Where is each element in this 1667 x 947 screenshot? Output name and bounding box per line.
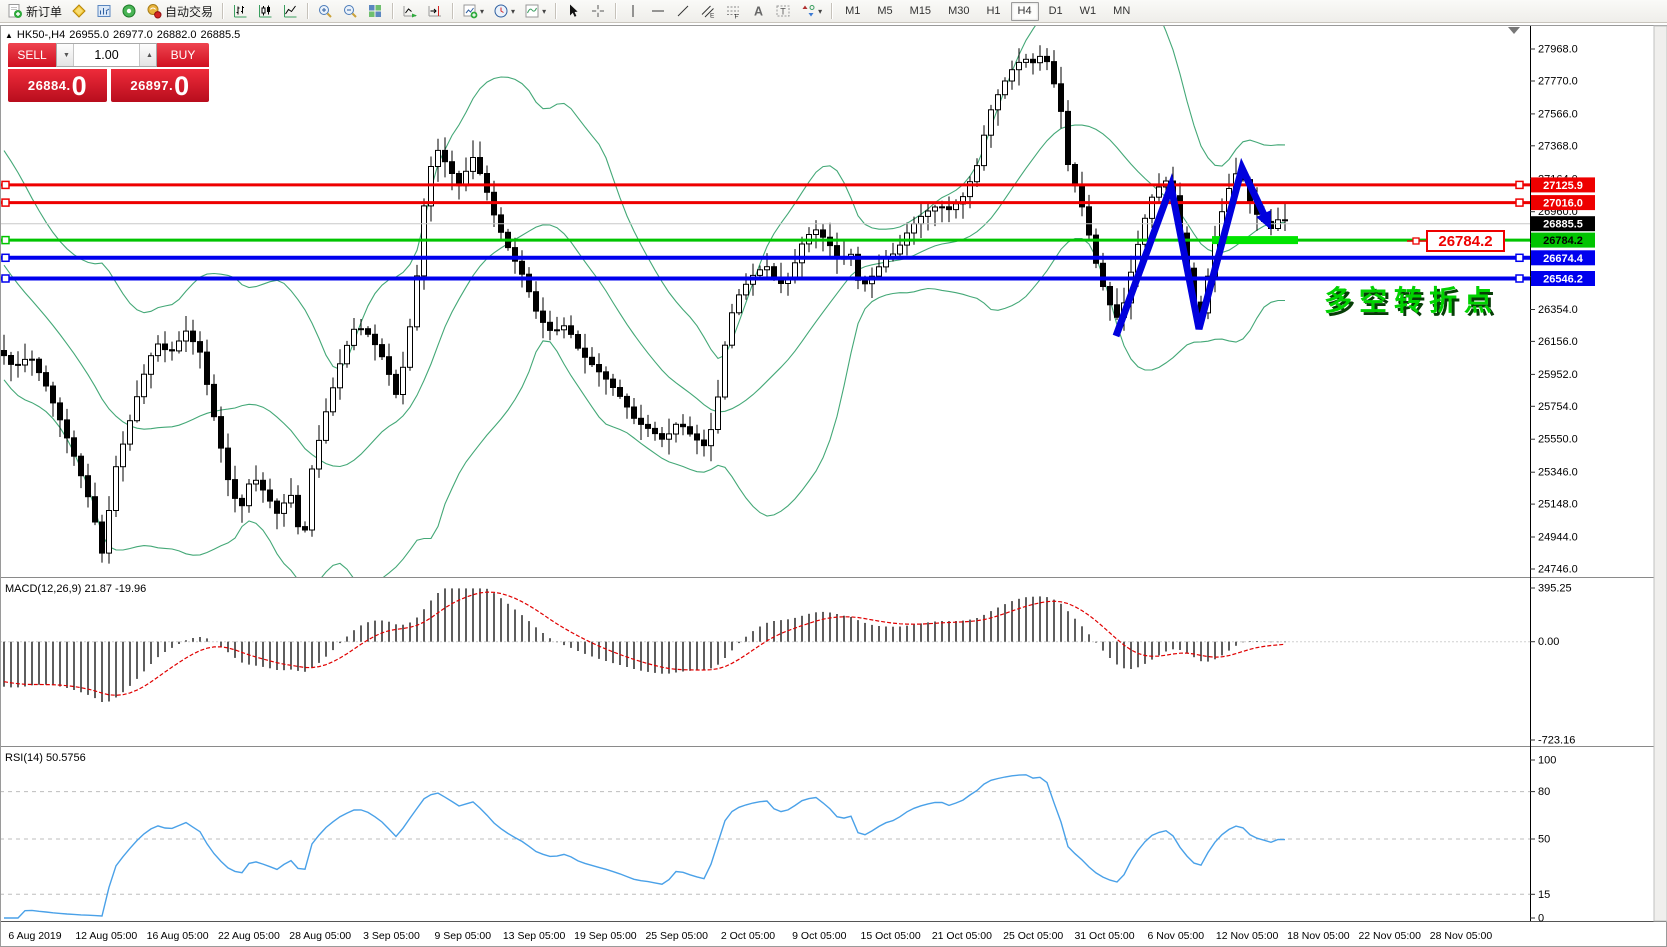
svg-text:25952.0: 25952.0 xyxy=(1538,369,1578,381)
sell-price[interactable]: 26884. 0 xyxy=(8,69,107,102)
svg-text:25 Oct 05:00: 25 Oct 05:00 xyxy=(1003,930,1063,942)
ohlc-close: 26885.5 xyxy=(200,29,241,41)
buy-price-big-digit: 0 xyxy=(174,70,190,101)
svg-text:15: 15 xyxy=(1538,889,1550,901)
svg-text:多空转折点: 多空转折点 xyxy=(1324,284,1499,316)
svg-text:28 Nov 05:00: 28 Nov 05:00 xyxy=(1430,930,1493,942)
svg-text:24746.0: 24746.0 xyxy=(1538,564,1578,576)
svg-text:26546.2: 26546.2 xyxy=(1543,274,1583,286)
collapse-icon[interactable]: ▲ xyxy=(5,31,13,40)
rsi-indicator-label: RSI(14) 50.5756 xyxy=(5,752,86,764)
ohlc-low: 26882.0 xyxy=(156,29,197,41)
svg-text:31 Oct 05:00: 31 Oct 05:00 xyxy=(1074,930,1134,942)
svg-text:24944.0: 24944.0 xyxy=(1538,532,1578,544)
time-axis: 6 Aug 2019 12 Aug 05:00 16 Aug 05:00 22 Aug… xyxy=(8,930,1492,942)
volume-decrease-button[interactable]: ▼ xyxy=(57,44,74,66)
volume-increase-button[interactable]: ▲ xyxy=(139,44,156,66)
svg-text:50: 50 xyxy=(1538,834,1550,846)
svg-text:80: 80 xyxy=(1538,786,1550,798)
svg-text:26354.0: 26354.0 xyxy=(1538,304,1578,316)
svg-text:9 Sep 05:00: 9 Sep 05:00 xyxy=(434,930,491,942)
svg-text:25148.0: 25148.0 xyxy=(1538,499,1578,511)
svg-text:21 Oct 05:00: 21 Oct 05:00 xyxy=(932,930,992,942)
svg-text:6 Aug 2019: 6 Aug 2019 xyxy=(8,930,61,942)
sell-button[interactable]: SELL xyxy=(8,43,56,67)
svg-text:27566.0: 27566.0 xyxy=(1538,108,1578,120)
svg-text:16 Aug 05:00: 16 Aug 05:00 xyxy=(147,930,209,942)
svg-text:27770.0: 27770.0 xyxy=(1538,76,1578,88)
svg-text:9 Oct 05:00: 9 Oct 05:00 xyxy=(792,930,846,942)
svg-text:27016.0: 27016.0 xyxy=(1543,198,1583,210)
svg-text:395.25: 395.25 xyxy=(1538,583,1572,595)
buy-price-main: 26897. xyxy=(130,78,174,93)
svg-text:25550.0: 25550.0 xyxy=(1538,434,1578,446)
svg-text:100: 100 xyxy=(1538,755,1556,767)
volume-input[interactable]: 1.00 xyxy=(74,44,139,66)
macd-indicator-label: MACD(12,26,9) 21.87 -19.96 xyxy=(5,583,147,595)
svg-text:12 Aug 05:00: 12 Aug 05:00 xyxy=(75,930,137,942)
svg-text:26784.2: 26784.2 xyxy=(1543,235,1583,247)
svg-text:12 Nov 05:00: 12 Nov 05:00 xyxy=(1216,930,1279,942)
svg-text:27368.0: 27368.0 xyxy=(1538,140,1578,152)
svg-text:26784.2: 26784.2 xyxy=(1438,233,1492,250)
svg-text:27125.9: 27125.9 xyxy=(1543,180,1583,192)
svg-text:0.00: 0.00 xyxy=(1538,636,1559,648)
svg-text:19 Sep 05:00: 19 Sep 05:00 xyxy=(574,930,637,942)
sell-price-main: 26884. xyxy=(27,78,71,93)
chart-header: ▲ HK50-,H4 26955.0 26977.0 26882.0 26885.5 xyxy=(5,29,244,41)
cn-annotation-text[interactable]: 多空转折点多空转折点 xyxy=(1324,284,1502,319)
svg-text:-723.16: -723.16 xyxy=(1538,735,1575,747)
mt4-window: 新订单 自动交易 ▾ ▾ ▾ E F A T ▾ M1 M5 M15 M30 H1 H4 D1 W1 MN 2796… xyxy=(0,0,1667,947)
ohlc-high: 26977.0 xyxy=(112,29,153,41)
svg-text:2 Oct 05:00: 2 Oct 05:00 xyxy=(721,930,775,942)
svg-text:22 Nov 05:00: 22 Nov 05:00 xyxy=(1358,930,1421,942)
svg-text:26674.4: 26674.4 xyxy=(1543,253,1584,265)
svg-text:27968.0: 27968.0 xyxy=(1538,44,1578,56)
svg-text:26156.0: 26156.0 xyxy=(1538,336,1578,348)
svg-text:28 Aug 05:00: 28 Aug 05:00 xyxy=(289,930,351,942)
svg-text:15 Oct 05:00: 15 Oct 05:00 xyxy=(861,930,921,942)
buy-button[interactable]: BUY xyxy=(157,43,209,67)
svg-text:3 Sep 05:00: 3 Sep 05:00 xyxy=(363,930,420,942)
svg-text:6 Nov 05:00: 6 Nov 05:00 xyxy=(1147,930,1204,942)
svg-text:22 Aug 05:00: 22 Aug 05:00 xyxy=(218,930,280,942)
buy-price[interactable]: 26897. 0 xyxy=(110,69,209,102)
scrollbar-track[interactable] xyxy=(1653,25,1667,922)
svg-text:25346.0: 25346.0 xyxy=(1538,467,1578,479)
svg-text:13 Sep 05:00: 13 Sep 05:00 xyxy=(503,930,566,942)
svg-text:18 Nov 05:00: 18 Nov 05:00 xyxy=(1287,930,1350,942)
svg-text:0: 0 xyxy=(1538,913,1544,925)
sell-price-big-digit: 0 xyxy=(71,70,87,101)
ohlc-open: 26955.0 xyxy=(69,29,109,41)
volume-stepper: ▼ 1.00 ▲ xyxy=(56,43,157,67)
svg-text:25754.0: 25754.0 xyxy=(1538,401,1578,413)
symbol-period-label: HK50-,H4 xyxy=(16,29,66,41)
svg-text:25 Sep 05:00: 25 Sep 05:00 xyxy=(645,930,708,942)
svg-text:26885.5: 26885.5 xyxy=(1543,219,1583,231)
one-click-trading-panel: SELL ▼ 1.00 ▲ BUY 26884. 0 26897. 0 xyxy=(8,43,209,102)
chart-svg: 27968.027770.027566.027368.027164.026960… xyxy=(0,25,1667,947)
